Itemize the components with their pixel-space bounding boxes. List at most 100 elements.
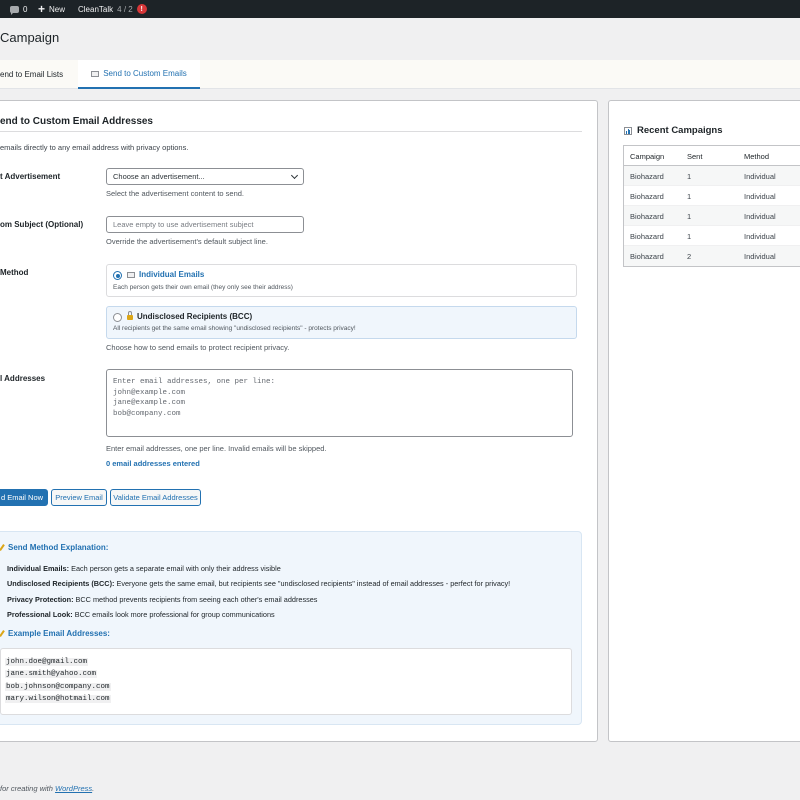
- chevron-down-icon: [290, 171, 299, 180]
- cell-sent: 1: [687, 191, 692, 201]
- method-option-individual[interactable]: Individual Emails Each person gets their…: [106, 264, 577, 297]
- preview-email-button[interactable]: Preview Email: [51, 489, 107, 506]
- explanation-text: BCC method prevents recipients from seei…: [73, 595, 318, 604]
- envelope-icon: [127, 271, 135, 278]
- column-header-sent: Sent: [687, 151, 703, 161]
- explanation-text: Each person gets a separate email with o…: [69, 564, 281, 573]
- cleantalk-menu[interactable]: CleanTalk 4 / 2 !: [78, 0, 147, 18]
- bar-chart-icon: [624, 126, 632, 135]
- explanation-term: Individual Emails:: [7, 564, 70, 573]
- table-row: Biohazard 1 Individual: [624, 226, 800, 246]
- tab-email-lists[interactable]: end to Email Lists: [0, 60, 72, 89]
- addresses-label: l Addresses: [0, 374, 46, 383]
- footer-end: .: [92, 784, 95, 793]
- pencil-icon: [0, 544, 5, 551]
- explanation-term: Privacy Protection:: [7, 595, 74, 604]
- bcc-title: Undisclosed Recipients (BCC): [127, 311, 253, 321]
- individual-description: Each person gets their own email (they o…: [113, 284, 293, 291]
- cell-method: Individual: [744, 231, 776, 241]
- individual-title: Individual Emails: [127, 270, 204, 279]
- validate-emails-button[interactable]: Validate Email Addresses: [110, 489, 201, 506]
- recent-campaigns-table: Campaign Sent Method Biohazard 1 Individ…: [623, 145, 800, 267]
- cell-campaign: Biohazard: [630, 171, 664, 181]
- table-header-row: Campaign Sent Method: [624, 146, 800, 166]
- comments-menu[interactable]: 0: [10, 0, 27, 18]
- examples-heading-text: Example Email Addresses:: [8, 629, 110, 638]
- email-addresses-textarea[interactable]: [106, 369, 573, 437]
- subject-label: om Subject (Optional): [0, 220, 84, 229]
- cell-method: Individual: [744, 191, 776, 201]
- cleantalk-label: CleanTalk: [78, 4, 114, 14]
- explanation-item: Undisclosed Recipients (BCC): Everyone g…: [7, 579, 510, 588]
- new-content-menu[interactable]: + New: [38, 0, 65, 18]
- method-label: Method: [0, 268, 29, 277]
- example-address: jane.smith@yahoo.com: [5, 670, 98, 678]
- section-intro: emails directly to any email address wit…: [0, 143, 189, 152]
- admin-bar: 0 + New CleanTalk 4 / 2 !: [0, 0, 800, 18]
- explanation-heading: Send Method Explanation:: [0, 543, 109, 552]
- cell-method: Individual: [744, 211, 776, 221]
- explanation-term: Professional Look:: [7, 610, 73, 619]
- individual-radio[interactable]: [113, 271, 122, 280]
- individual-title-text: Individual Emails: [139, 270, 205, 279]
- cleantalk-stats: 4 / 2: [117, 4, 133, 14]
- column-header-method: Method: [744, 151, 770, 161]
- send-email-button[interactable]: d Email Now: [0, 489, 48, 506]
- recent-campaigns-title: Recent Campaigns: [624, 125, 723, 136]
- advertisement-select[interactable]: Choose an advertisement...: [106, 168, 304, 185]
- example-address: john.doe@gmail.com: [5, 658, 89, 666]
- explanation-item: Professional Look: BCC emails look more …: [7, 610, 275, 619]
- table-row: Biohazard 1 Individual: [624, 186, 800, 206]
- explanation-text: BCC emails look more professional for gr…: [72, 610, 275, 619]
- subject-description: Override the advertisement's default sub…: [106, 237, 268, 246]
- advertisement-description: Select the advertisement content to send…: [106, 189, 244, 198]
- tab-bar: end to Email Lists Send to Custom Emails: [0, 60, 800, 89]
- new-label: New: [49, 4, 66, 14]
- lock-icon: [127, 311, 133, 320]
- table-row: Biohazard 1 Individual: [624, 166, 800, 186]
- wordpress-link[interactable]: WordPress: [55, 784, 92, 793]
- explanation-text: Everyone gets the same email, but recipi…: [114, 579, 511, 588]
- bcc-description: All recipients get the same email showin…: [113, 325, 356, 332]
- examples-heading: Example Email Addresses:: [0, 629, 110, 638]
- cell-sent: 2: [687, 251, 692, 261]
- footer-text: for creating with: [0, 784, 56, 793]
- cell-campaign: Biohazard: [630, 191, 664, 201]
- example-addresses-box: john.doe@gmail.com jane.smith@yahoo.com …: [0, 648, 572, 715]
- advertisement-label: t Advertisement: [0, 172, 61, 181]
- plus-icon: +: [38, 2, 46, 16]
- explanation-item: Individual Emails: Each person gets a se…: [7, 564, 281, 573]
- column-header-campaign: Campaign: [630, 151, 665, 161]
- page-title: Campaign: [0, 30, 60, 45]
- addresses-description: Enter email addresses, one per line. Inv…: [106, 444, 327, 453]
- bcc-radio[interactable]: [113, 313, 122, 322]
- subject-input[interactable]: [106, 216, 304, 233]
- bcc-title-text: Undisclosed Recipients (BCC): [137, 312, 253, 321]
- explanation-heading-text: Send Method Explanation:: [8, 543, 109, 552]
- example-address: mary.wilson@hotmail.com: [5, 695, 111, 703]
- heading-divider: [0, 131, 582, 132]
- cell-method: Individual: [744, 171, 776, 181]
- cell-sent: 1: [687, 211, 692, 221]
- cell-method: Individual: [744, 251, 776, 261]
- tab-custom-emails[interactable]: Send to Custom Emails: [78, 60, 200, 89]
- cell-campaign: Biohazard: [630, 211, 664, 221]
- example-address: bob.johnson@company.com: [5, 683, 111, 691]
- advertisement-selected: Choose an advertisement...: [113, 172, 205, 181]
- cell-sent: 1: [687, 231, 692, 241]
- cell-sent: 1: [687, 171, 692, 181]
- email-count: 0 email addresses entered: [106, 459, 200, 468]
- tab-label: end to Email Lists: [0, 70, 64, 79]
- cell-campaign: Biohazard: [630, 231, 664, 241]
- explanation-item: Privacy Protection: BCC method prevents …: [7, 595, 317, 604]
- alert-icon: !: [136, 4, 147, 14]
- method-description: Choose how to send emails to protect rec…: [106, 343, 290, 352]
- envelope-icon: [91, 70, 100, 77]
- method-option-bcc[interactable]: Undisclosed Recipients (BCC) All recipie…: [106, 306, 577, 339]
- table-row: Biohazard 1 Individual: [624, 206, 800, 226]
- tab-label: Send to Custom Emails: [103, 69, 187, 78]
- pencil-icon: [0, 630, 5, 637]
- section-heading: end to Custom Email Addresses: [0, 116, 153, 127]
- recent-campaigns-title-text: Recent Campaigns: [637, 125, 723, 136]
- explanation-term: Undisclosed Recipients (BCC):: [7, 579, 115, 588]
